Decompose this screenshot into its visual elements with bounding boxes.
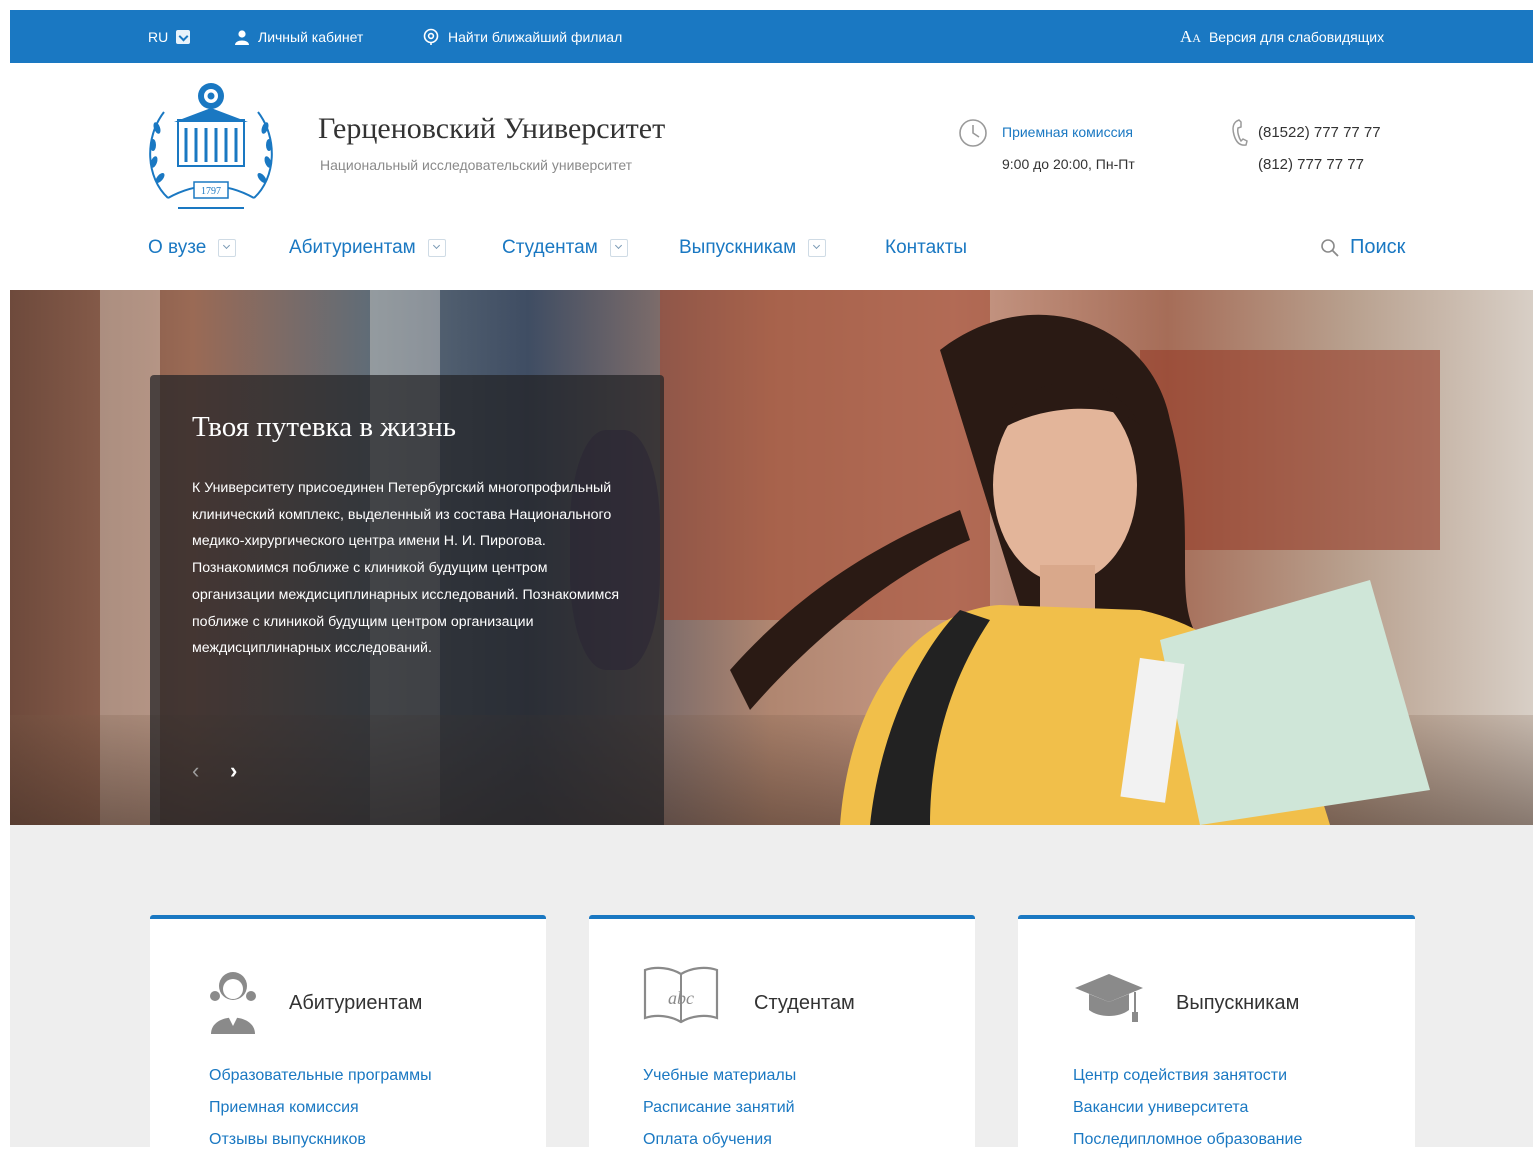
page-border-left: [0, 0, 10, 1147]
card-link[interactable]: Оплата обучения: [643, 1131, 772, 1149]
card-link[interactable]: Отзывы выпускников: [209, 1131, 366, 1149]
font-size-icon: AA: [1180, 26, 1201, 46]
card-link[interactable]: Последипломное образование: [1073, 1131, 1302, 1149]
hero-title: Твоя путевка в жизнь: [192, 411, 457, 443]
card-link[interactable]: Приемная комиссия: [209, 1099, 359, 1117]
nav-item-students[interactable]: Студентам: [502, 237, 628, 259]
nav-item-about[interactable]: О вузе: [148, 237, 237, 259]
chevron-down-icon: [218, 239, 237, 257]
nav-item-label: Абитуриентам: [289, 237, 416, 258]
card-graduates: Выпускникам Центр содействия занятости В…: [1018, 915, 1415, 1151]
user-icon: [235, 29, 249, 45]
logo-year: 1797: [201, 186, 221, 197]
search-label: Поиск: [1350, 236, 1406, 258]
svg-text:abc: abc: [668, 988, 694, 1008]
admission-link[interactable]: Приемная комиссия: [1002, 124, 1133, 140]
card-title[interactable]: Студентам: [754, 992, 855, 1015]
clock-icon: [959, 119, 987, 147]
nav-item-graduates[interactable]: Выпускникам: [679, 237, 827, 259]
nav-item-label: Контакты: [885, 237, 968, 258]
card-link[interactable]: Расписание занятий: [643, 1099, 795, 1117]
card-link[interactable]: Центр содействия занятости: [1073, 1067, 1287, 1085]
nav-item-applicants[interactable]: Абитуриентам: [289, 237, 446, 259]
chevron-down-icon: [609, 239, 628, 257]
applicant-icon: [210, 972, 256, 1034]
card-title[interactable]: Выпускникам: [1176, 992, 1299, 1015]
accessibility-link[interactable]: AA Версия для слабовидящих: [1180, 10, 1384, 63]
nav-item-label: Выпускникам: [679, 237, 797, 258]
account-label: Личный кабинет: [258, 28, 364, 45]
accessibility-label: Версия для слабовидящих: [1208, 28, 1385, 45]
book-icon: abc: [643, 966, 719, 1024]
page-border-top: [0, 0, 1533, 10]
slider-prev-arrow[interactable]: ‹: [192, 758, 199, 784]
location-pin-icon: [423, 28, 439, 45]
account-link[interactable]: Личный кабинет: [234, 10, 363, 63]
hero-slider: Твоя путевка в жизнь К Университету прис…: [10, 290, 1533, 825]
site-title[interactable]: Герценовский Университет: [318, 112, 665, 146]
card-link[interactable]: Учебные материалы: [643, 1067, 796, 1085]
nav-item-contacts[interactable]: Контакты: [885, 237, 967, 259]
card-applicants: Абитуриентам Образовательные программы П…: [150, 915, 546, 1151]
chevron-down-icon: [808, 239, 827, 257]
phone-icon: [1232, 119, 1248, 146]
nav-item-label: О вузе: [148, 237, 207, 258]
top-bar: RU Личный кабинет Найти ближайший филиал…: [10, 10, 1533, 63]
admission-hours: 9:00 до 20:00, Пн-Пт: [1002, 156, 1135, 172]
slider-next-arrow[interactable]: ›: [230, 758, 237, 784]
hero-student-image: [730, 314, 1430, 825]
hero-caption-panel: Твоя путевка в жизнь К Университету прис…: [150, 375, 664, 825]
card-link[interactable]: Вакансии университета: [1073, 1099, 1248, 1117]
search-icon: [1321, 238, 1339, 257]
phone-number-2[interactable]: (812) 777 77 77: [1258, 156, 1364, 173]
card-link[interactable]: Образовательные программы: [209, 1067, 432, 1085]
language-label: RU: [148, 28, 169, 45]
language-selector[interactable]: RU: [148, 10, 191, 63]
find-branch-link[interactable]: Найти ближайший филиал: [422, 10, 622, 63]
site-subtitle: Национальный исследовательский университ…: [320, 157, 633, 173]
chevron-down-icon: [427, 239, 446, 257]
phone-number-1[interactable]: (81522) 777 77 77: [1258, 124, 1381, 141]
nav-item-label: Студентам: [502, 237, 598, 258]
graduation-cap-icon: [1075, 974, 1143, 1022]
university-logo[interactable]: 1797: [138, 78, 284, 212]
card-title[interactable]: Абитуриентам: [289, 992, 422, 1015]
hero-text: К Университету присоединен Петербургский…: [192, 480, 620, 657]
find-branch-label: Найти ближайший филиал: [448, 28, 623, 45]
card-students: abc Студентам Учебные материалы Расписан…: [589, 915, 975, 1151]
search-button[interactable]: Поиск: [1320, 236, 1405, 259]
chevron-down-icon: [176, 29, 191, 44]
